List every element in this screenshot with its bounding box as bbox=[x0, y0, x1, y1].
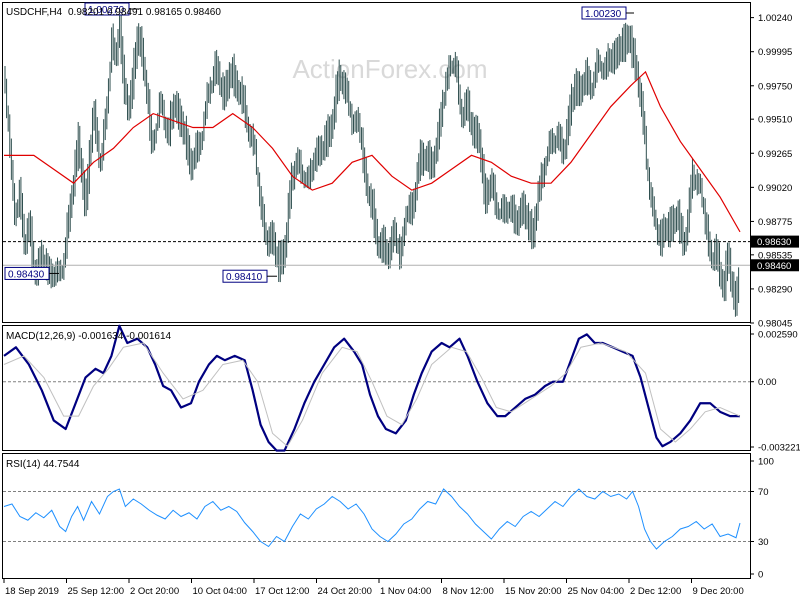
y-tick-label: 0.98775 bbox=[758, 217, 792, 228]
macd-y-tick-label: 0.00 bbox=[758, 377, 777, 388]
y-tick-label: 1.00240 bbox=[758, 13, 792, 24]
rsi-y-tick-label: 0 bbox=[758, 570, 763, 581]
price-tag-label: 0.98460 bbox=[757, 261, 791, 272]
macd-title: MACD(12,26,9) -0.001634 -0.001614 bbox=[6, 331, 172, 342]
price-annotation-label: 0.98430 bbox=[8, 269, 45, 280]
chart-window: ActionForex.com 1.00270 0.98430 0.98410 1.0… bbox=[0, 0, 800, 600]
x-tick-label: 25 Sep 12:00 bbox=[68, 586, 125, 597]
x-tick-label: 25 Nov 04:00 bbox=[568, 586, 625, 597]
x-tick-label: 9 Dec 20:00 bbox=[693, 586, 744, 597]
price-annotation-label: 1.00230 bbox=[585, 9, 622, 20]
macd-y-tick-label: 0.002590 bbox=[758, 330, 798, 341]
y-tick-label: 0.98045 bbox=[758, 319, 792, 330]
rsi-title: RSI(14) 44.7544 bbox=[6, 459, 80, 470]
price-annotation-label: 0.98410 bbox=[226, 272, 263, 283]
chart-svg: ActionForex.com 1.002700.98430 0.984101.0… bbox=[2, 2, 800, 597]
y-tick-label: 0.99995 bbox=[758, 47, 792, 58]
x-tick-label: 18 Sep 2019 bbox=[5, 586, 59, 597]
y-tick-label: 0.99510 bbox=[758, 115, 792, 126]
y-tick-label: 0.99020 bbox=[758, 183, 792, 194]
x-tick-label: 10 Oct 04:00 bbox=[193, 586, 247, 597]
rsi-y-tick-label: 70 bbox=[758, 487, 769, 498]
ohlc-readout: 0.98201 0.98491 0.98165 0.98460 bbox=[68, 7, 221, 18]
x-tick-label: 1 Nov 04:00 bbox=[380, 586, 431, 597]
macd-y-tick-label: -0.003221 bbox=[758, 443, 800, 454]
x-tick-label: 17 Oct 12:00 bbox=[255, 586, 309, 597]
rsi-panel bbox=[2, 453, 751, 579]
x-tick-label: 2 Oct 20:00 bbox=[130, 586, 179, 597]
y-tick-label: 0.99750 bbox=[758, 81, 792, 92]
x-tick-label: 2 Dec 12:00 bbox=[630, 586, 681, 597]
y-tick-label: 0.99265 bbox=[758, 149, 792, 160]
y-tick-label: 0.98290 bbox=[758, 284, 792, 295]
x-tick-label: 8 Nov 12:00 bbox=[443, 586, 494, 597]
x-tick-label: 24 Oct 20:00 bbox=[318, 586, 372, 597]
symbol-timeframe: USDCHF,H4 bbox=[6, 7, 63, 18]
rsi-y-tick-label: 100 bbox=[758, 457, 774, 468]
x-tick-label: 15 Nov 20:00 bbox=[505, 586, 562, 597]
price-tag-label: 0.98630 bbox=[757, 237, 791, 248]
rsi-y-tick-label: 30 bbox=[758, 537, 769, 548]
